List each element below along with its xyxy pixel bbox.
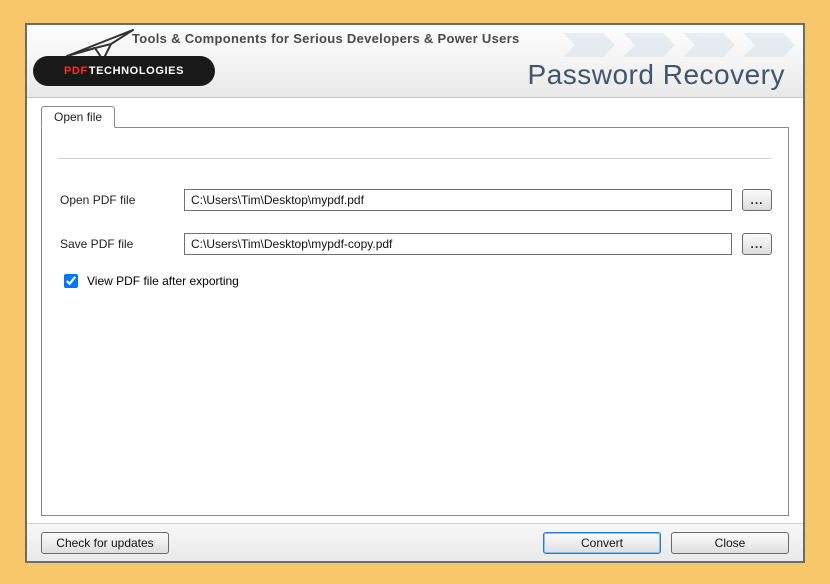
open-pdf-browse-button[interactable]: ... [742,189,772,211]
save-pdf-browse-button[interactable]: ... [742,233,772,255]
row-save-pdf: Save PDF file ... [58,233,772,255]
open-pdf-input[interactable] [184,189,732,211]
save-pdf-label: Save PDF file [58,237,184,251]
logo-text-prefix: PDF [64,65,88,77]
header: Tools & Components for Serious Developer… [27,25,803,98]
logo-text-suffix: TECHNOLOGIES [89,65,184,77]
logo-badge: PDFTECHNOLOGIES [33,56,215,86]
row-open-pdf: Open PDF file ... [58,189,772,211]
row-view-after: View PDF file after exporting [58,271,772,291]
tab-open-file[interactable]: Open file [41,106,115,128]
app-window: Tools & Components for Serious Developer… [25,23,805,563]
save-pdf-input[interactable] [184,233,732,255]
tab-panel: Open PDF file ... Save PDF file ... View… [41,127,789,516]
check-for-updates-button[interactable]: Check for updates [41,532,169,554]
convert-button[interactable]: Convert [543,532,661,554]
view-after-checkbox[interactable] [64,274,78,288]
open-pdf-label: Open PDF file [58,193,184,207]
view-after-label: View PDF file after exporting [87,274,239,288]
footer: Check for updates Convert Close [27,523,803,561]
body: Open file Open PDF file ... Save PDF fil… [27,98,803,523]
logo: PDFTECHNOLOGIES [33,28,219,88]
close-button[interactable]: Close [671,532,789,554]
divider [58,158,772,159]
app-title: Password Recovery [528,59,785,91]
